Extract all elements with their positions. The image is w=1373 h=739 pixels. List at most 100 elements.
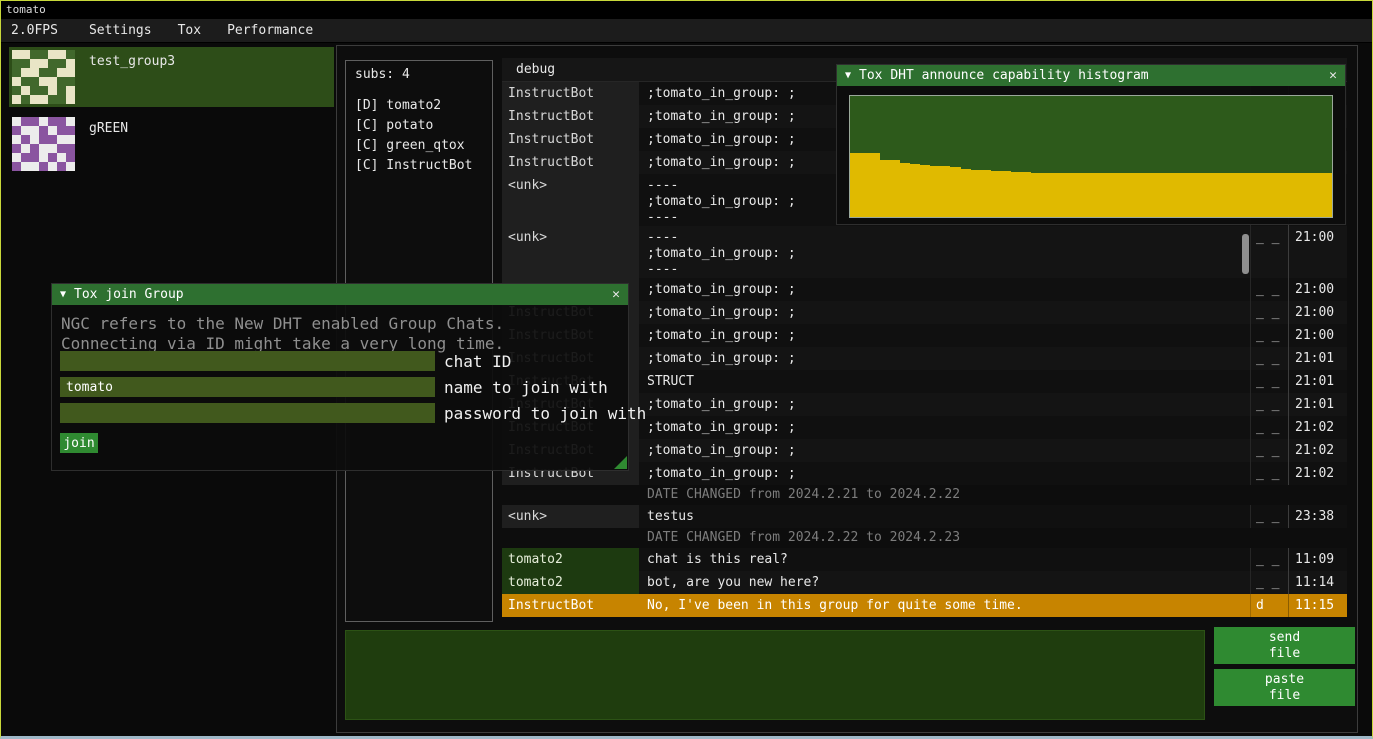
sender-name: InstructBot — [502, 82, 639, 105]
histogram-bar — [870, 153, 880, 217]
menu-item-settings[interactable]: Settings — [76, 23, 165, 38]
message-time: 21:00 — [1288, 324, 1347, 347]
subs-member[interactable]: [D] tomato2 — [355, 96, 492, 116]
delivery-marks: _ _ — [1250, 370, 1288, 393]
message-time: 11:09 — [1288, 548, 1347, 571]
message-input[interactable] — [345, 630, 1205, 720]
histogram-bar — [890, 160, 900, 217]
delivery-marks: _ _ — [1250, 226, 1288, 278]
histogram-bar — [1302, 173, 1312, 217]
histogram-bar — [1292, 173, 1302, 217]
chat-row: tomato2bot, are you new here?_ _11:14 — [502, 571, 1347, 594]
histogram-bar — [1262, 173, 1272, 217]
join-name-input[interactable] — [60, 377, 435, 397]
message-time: 11:14 — [1288, 571, 1347, 594]
paste-file-button[interactable]: paste file — [1214, 669, 1355, 706]
message-text: testus — [639, 505, 1250, 528]
collapse-icon[interactable]: ▼ — [60, 289, 66, 300]
histogram-bar — [1192, 173, 1202, 217]
histogram-bar — [1121, 173, 1131, 217]
group-sidebar: test_group3 gREEN — [3, 47, 336, 181]
histogram-bar — [1272, 173, 1282, 217]
histogram-bar — [950, 167, 960, 217]
message-time: 21:02 — [1288, 416, 1347, 439]
window-titlebar[interactable]: tomato — [1, 1, 1372, 19]
date-changed-row: DATE CHANGED from 2024.2.21 to 2024.2.22 — [502, 485, 1347, 505]
collapse-icon[interactable]: ▼ — [845, 70, 851, 81]
message-time: 23:38 — [1288, 505, 1347, 528]
subs-member[interactable]: [C] InstructBot — [355, 156, 492, 176]
delivery-marks: _ _ — [1250, 347, 1288, 370]
menu-item-tox[interactable]: Tox — [165, 23, 214, 38]
fps-counter: 2.0FPS — [1, 23, 68, 38]
sender-name: InstructBot — [502, 594, 639, 617]
join-button[interactable]: join — [60, 433, 98, 453]
join-password-label: password to join with — [444, 404, 646, 423]
close-icon[interactable]: ✕ — [1329, 68, 1337, 83]
subs-member[interactable]: [C] green_qtox — [355, 136, 492, 156]
subs-member[interactable]: [C] potato — [355, 116, 492, 136]
message-time: 21:00 — [1288, 301, 1347, 324]
join-name-label: name to join with — [444, 378, 608, 397]
histogram-bar — [1172, 173, 1182, 217]
subs-list: [D] tomato2[C] potato[C] green_qtox[C] I… — [355, 96, 492, 176]
sender-name: InstructBot — [502, 105, 639, 128]
join-password-input[interactable] — [60, 403, 435, 423]
message-text: ----;tomato_in_group: ;---- — [639, 226, 1250, 278]
histogram-bar — [1011, 172, 1021, 217]
histogram-bar — [1312, 173, 1322, 217]
group-avatar — [12, 117, 75, 171]
histogram-bar — [1101, 173, 1111, 217]
message-text: ;tomato_in_group: ; — [639, 301, 1250, 324]
histogram-bar — [1111, 173, 1121, 217]
message-text: ;tomato_in_group: ; — [639, 324, 1250, 347]
sender-name: tomato2 — [502, 571, 639, 594]
sender-name: InstructBot — [502, 128, 639, 151]
message-text: STRUCT — [639, 370, 1250, 393]
message-text: bot, are you new here? — [639, 571, 1250, 594]
histogram-plot — [849, 95, 1333, 218]
delivery-marks: _ _ — [1250, 462, 1288, 485]
histogram-bar — [860, 153, 870, 217]
sender-name: <unk> — [502, 174, 639, 226]
window-title: tomato — [6, 3, 46, 16]
send-file-button[interactable]: send file — [1214, 627, 1355, 664]
histogram-bar — [1091, 173, 1101, 217]
histogram-bar — [1071, 173, 1081, 217]
menu-item-performance[interactable]: Performance — [214, 23, 326, 38]
chat-row: <unk>----;tomato_in_group: ;----_ _21:00 — [502, 226, 1347, 278]
sender-name: <unk> — [502, 505, 639, 528]
delivery-marks: _ _ — [1250, 571, 1288, 594]
histogram-window-titlebar[interactable]: ▼ Tox DHT announce capability histogram … — [837, 65, 1345, 86]
join-description-line1: NGC refers to the New DHT enabled Group … — [61, 314, 504, 334]
message-text: chat is this real? — [639, 548, 1250, 571]
message-time: 21:00 — [1288, 226, 1347, 278]
sender-name: InstructBot — [502, 151, 639, 174]
delivery-marks: _ _ — [1250, 324, 1288, 347]
histogram-bar — [961, 169, 971, 217]
histogram-bar — [1322, 173, 1332, 217]
message-time: 21:02 — [1288, 439, 1347, 462]
chat-scrollbar[interactable] — [1242, 234, 1249, 274]
histogram-bar — [1242, 173, 1252, 217]
histogram-bar — [1041, 173, 1051, 217]
message-text: ;tomato_in_group: ; — [639, 393, 1250, 416]
histogram-bar — [981, 170, 991, 217]
chat-row: <unk>testus_ _23:38 — [502, 505, 1347, 528]
delivery-marks: _ _ — [1250, 548, 1288, 571]
histogram-window-title: Tox DHT announce capability histogram — [859, 68, 1329, 83]
histogram-bar — [920, 165, 930, 217]
group-name: test_group3 — [89, 54, 175, 69]
group-item-gREEN[interactable]: gREEN — [9, 114, 334, 174]
histogram-bar — [1161, 173, 1171, 217]
join-window-titlebar[interactable]: ▼ Tox join Group ✕ — [52, 284, 628, 305]
group-item-test_group3[interactable]: test_group3 — [9, 47, 334, 107]
histogram-bar — [910, 164, 920, 217]
close-icon[interactable]: ✕ — [612, 287, 620, 302]
chat-id-input[interactable] — [60, 351, 435, 371]
histogram-window: ▼ Tox DHT announce capability histogram … — [836, 64, 1346, 225]
resize-grip-icon[interactable] — [614, 456, 627, 469]
menu: SettingsToxPerformance — [76, 23, 326, 38]
delivery-marks: _ _ — [1250, 278, 1288, 301]
histogram-bar — [900, 163, 910, 217]
